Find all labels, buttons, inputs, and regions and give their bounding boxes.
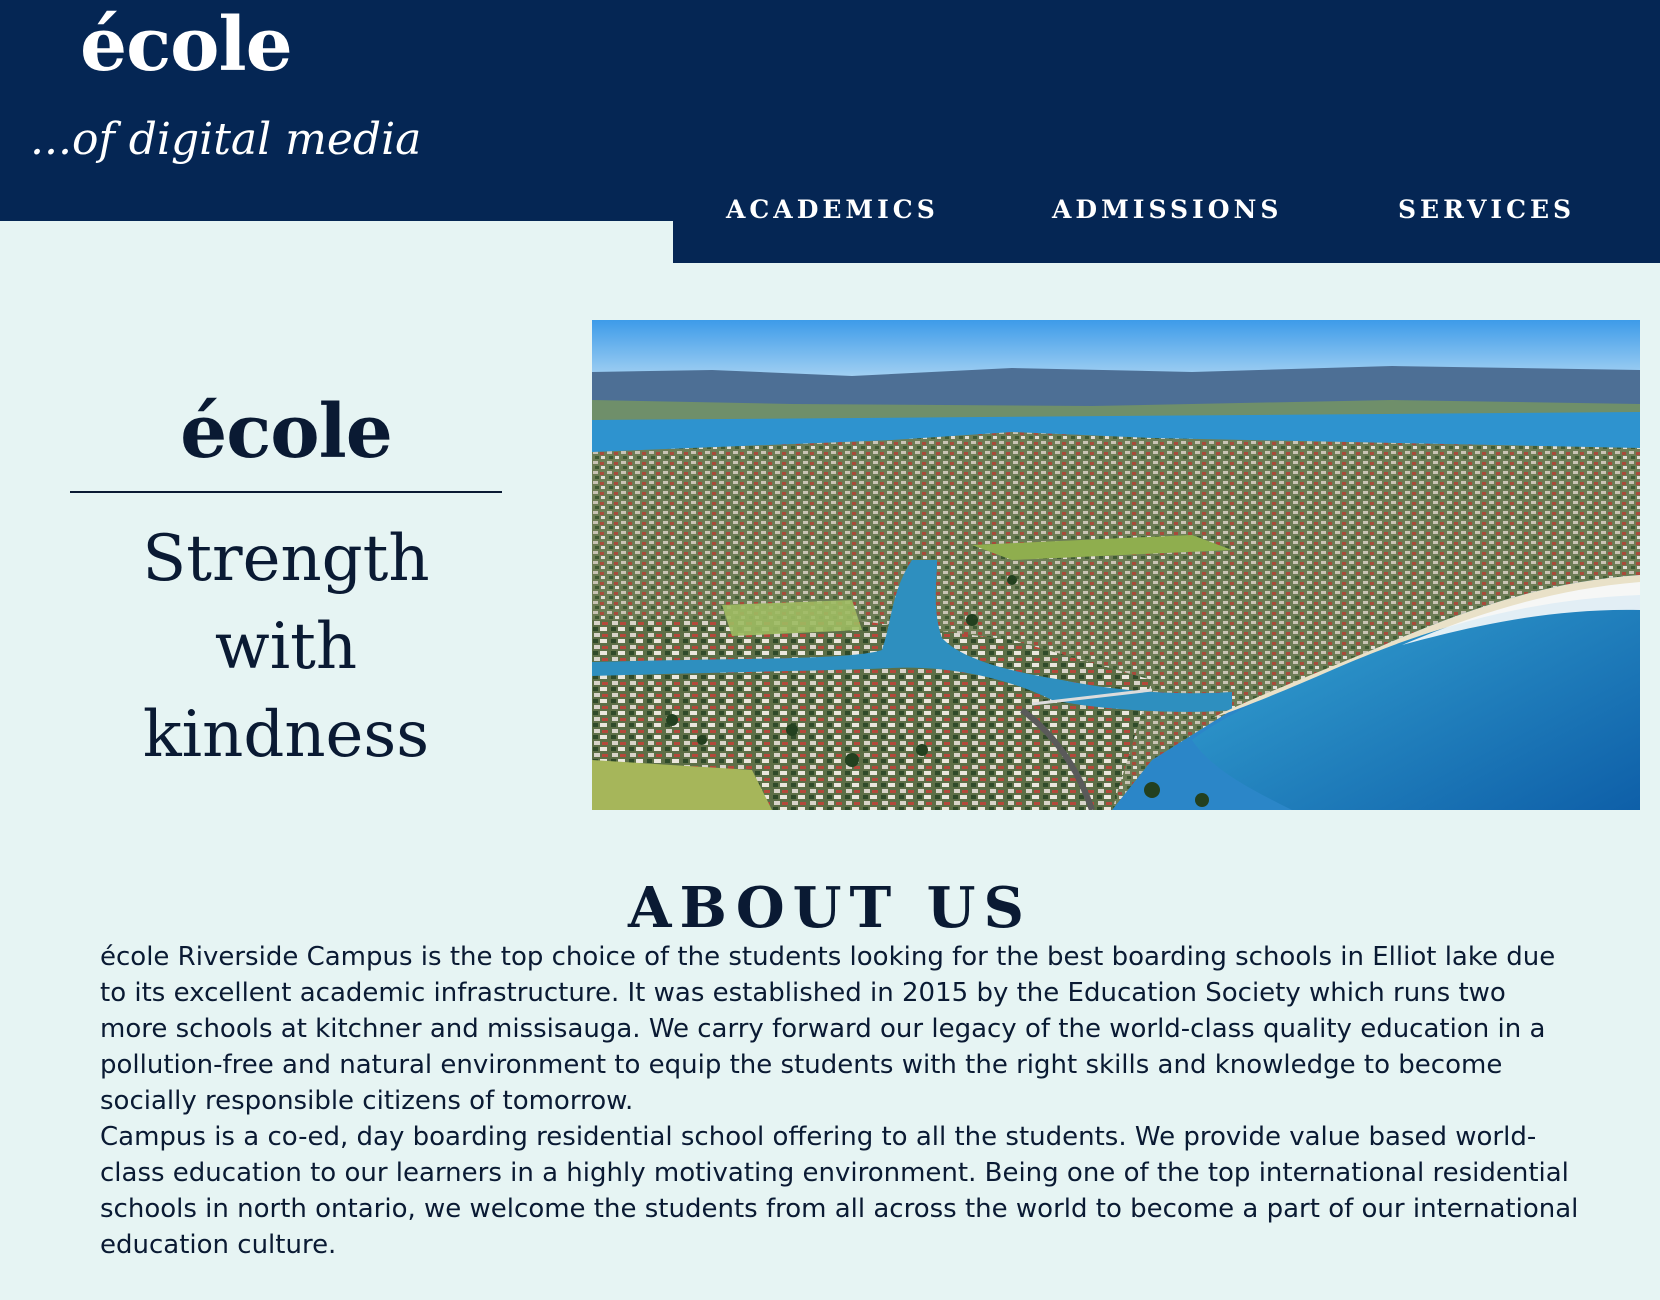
header-background-extension — [0, 163, 673, 221]
hero-slogan: Strength with kindness — [70, 515, 502, 779]
hero-divider — [70, 491, 502, 493]
site-logo[interactable]: école — [80, 8, 293, 82]
about-paragraph-2: Campus is a co-ed, day boarding resident… — [100, 1122, 1579, 1260]
hero-campus-aerial-image — [592, 320, 1640, 810]
about-body: école Riverside Campus is the top choice… — [100, 939, 1580, 1263]
nav-item-admissions[interactable]: ADMISSIONS — [1052, 197, 1282, 222]
about-heading: ABOUT US — [628, 875, 1032, 941]
nav-item-services[interactable]: SERVICES — [1398, 197, 1575, 222]
main-nav: ACADEMICS ADMISSIONS SERVICES — [673, 163, 1660, 263]
hero-slogan-line-2: kindness — [142, 698, 430, 772]
about-paragraph-1: école Riverside Campus is the top choice… — [100, 942, 1556, 1116]
nav-item-academics[interactable]: ACADEMICS — [726, 197, 939, 222]
aerial-town-illustration — [592, 320, 1640, 810]
site-tagline: ...of digital media — [30, 114, 422, 165]
hero-logo: école — [180, 389, 393, 475]
hero-slogan-line-1: Strength with — [142, 522, 430, 684]
